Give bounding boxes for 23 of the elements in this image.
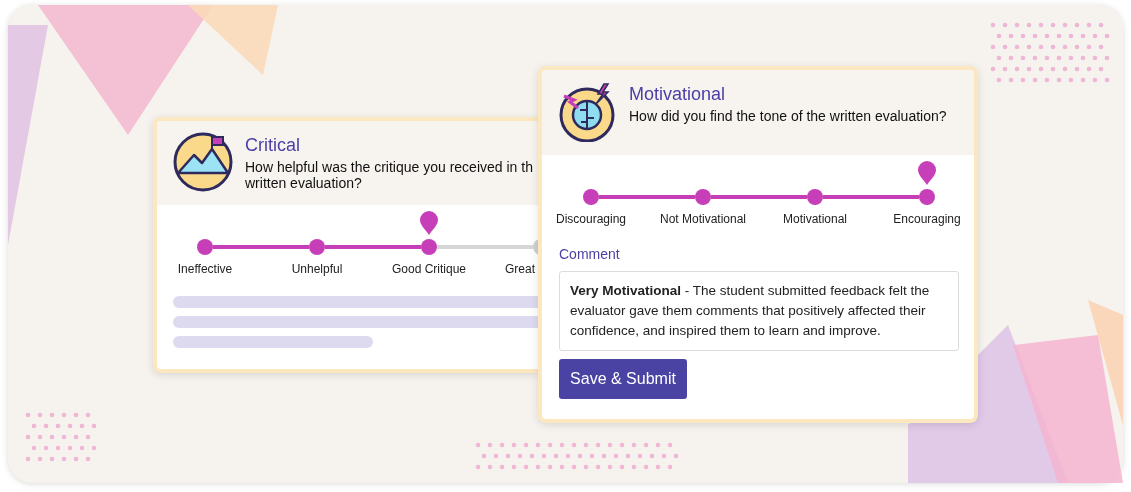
option-label: Discouraging	[555, 211, 626, 228]
option-label: Not Motivational	[659, 211, 746, 228]
question-text: How did you find the tone of the written evaluation?	[629, 108, 947, 124]
slider-point[interactable]	[919, 189, 935, 205]
slider-point[interactable]	[309, 239, 325, 255]
option-label: Motivational	[783, 211, 847, 228]
mountain-icon	[172, 131, 234, 193]
slider-point[interactable]	[695, 189, 711, 205]
card-title: Critical	[245, 134, 301, 157]
option-label: Unhelpful	[291, 261, 343, 278]
question-text: How helpful was the critique you received in th written evaluation?	[245, 159, 533, 191]
card-title: Motivational	[629, 83, 727, 106]
comment-label: Comment	[559, 245, 621, 264]
option-label: Ineffective	[177, 261, 233, 278]
slider-point[interactable]	[807, 189, 823, 205]
slider-point[interactable]	[197, 239, 213, 255]
slider-point[interactable]	[421, 239, 437, 255]
slider-point[interactable]	[583, 189, 599, 205]
comment-field[interactable]: Very Motivational - The student submitted feedback felt the evaluator gave them comments that positively affected their confidence, and inspired them to learn and improve.	[559, 271, 959, 351]
option-label: Good Critique	[391, 261, 466, 278]
save-submit-button[interactable]: Save & Submit	[559, 359, 687, 399]
option-label: Encouraging	[893, 211, 961, 228]
option-label: Great	[505, 261, 535, 278]
